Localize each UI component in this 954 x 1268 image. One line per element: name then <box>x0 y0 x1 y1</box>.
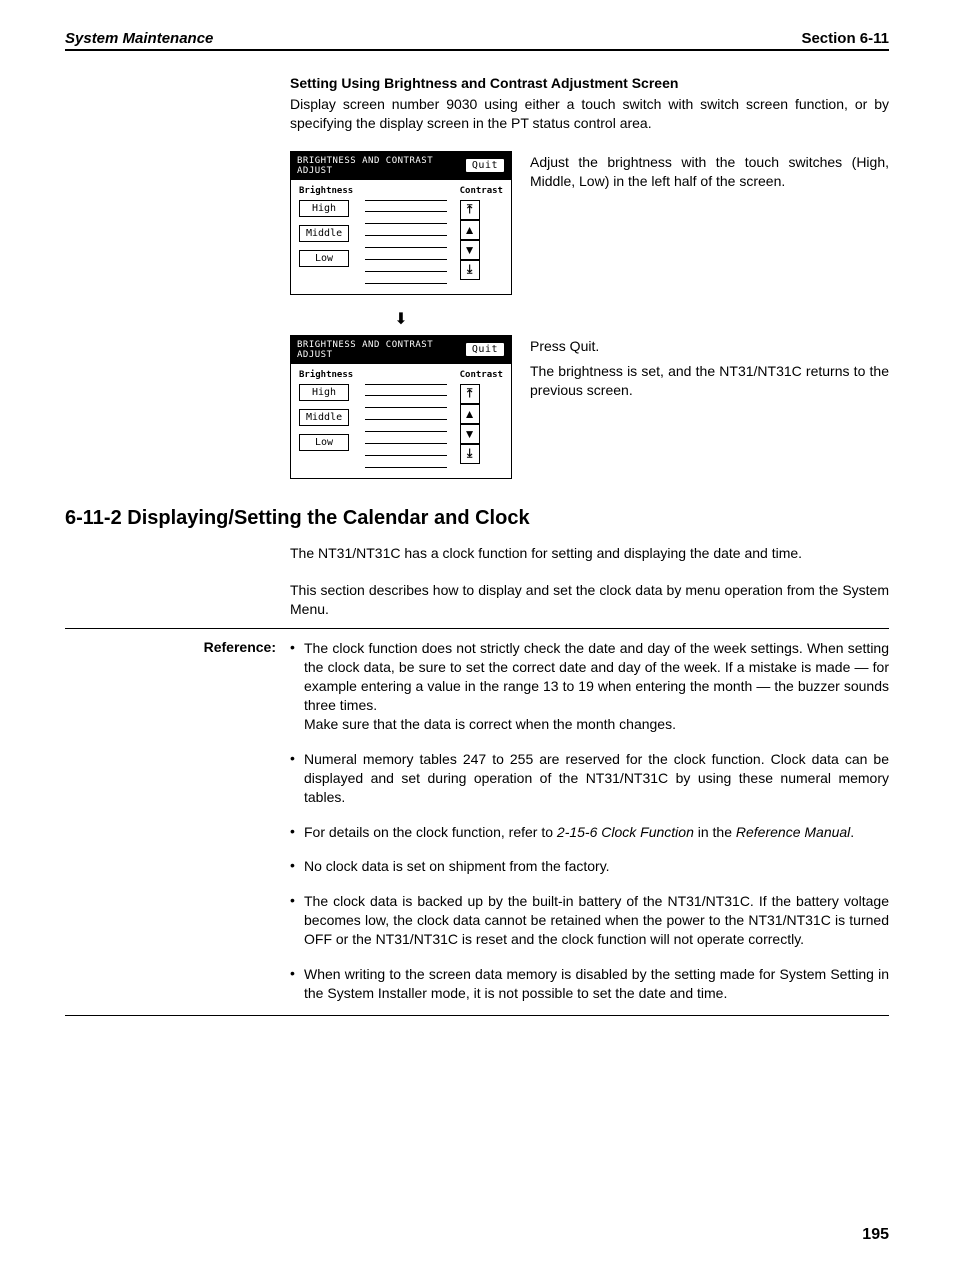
reference-content: • The clock function does not strictly c… <box>290 639 889 1002</box>
brightness-label: Brightness <box>299 370 353 380</box>
quit-button[interactable]: Quit <box>465 158 505 173</box>
bullet-text: The clock data is backed up by the built… <box>304 892 889 949</box>
arrow-up-icon[interactable]: ▲ <box>460 220 480 240</box>
contrast-column: Contrast ⤒ ▲ ▼ ⤓ <box>460 186 503 284</box>
intro-para-1: The NT31/NT31C has a clock function for … <box>290 544 889 563</box>
down-arrow-icon: ⬇ <box>290 309 512 329</box>
subsection-heading: 6-11-2 Displaying/Setting the Calendar a… <box>65 507 889 530</box>
screen-title-bar: BRIGHTNESS AND CONTRAST ADJUST Quit <box>291 152 511 180</box>
figure-caption-1: Adjust the brightness with the touch swi… <box>530 151 889 191</box>
contrast-label: Contrast <box>460 370 503 380</box>
bullet-text: The clock function does not strictly che… <box>304 639 889 733</box>
caption-line-a: Press Quit. <box>530 337 889 356</box>
bullet-text: For details on the clock function, refer… <box>304 823 889 842</box>
list-item: • Numeral memory tables 247 to 255 are r… <box>290 750 889 807</box>
list-item: • No clock data is set on shipment from … <box>290 857 889 876</box>
figure-caption-2: Press Quit. The brightness is set, and t… <box>530 335 889 400</box>
screen-title: BRIGHTNESS AND CONTRAST ADJUST <box>297 340 465 360</box>
page-header: System Maintenance Section 6-11 <box>65 30 889 51</box>
low-button[interactable]: Low <box>299 434 349 451</box>
page-number: 195 <box>862 1226 889 1244</box>
arrow-top-icon[interactable]: ⤒ <box>460 200 480 220</box>
brightness-screen-2: BRIGHTNESS AND CONTRAST ADJUST Quit Brig… <box>290 335 512 479</box>
procedure-intro: Display screen number 9030 using either … <box>290 95 889 133</box>
reference-label: Reference: <box>65 639 290 1002</box>
bullet-icon: • <box>290 823 304 842</box>
quit-button[interactable]: Quit <box>465 342 505 357</box>
list-item: • The clock function does not strictly c… <box>290 639 889 733</box>
reference-block: Reference: • The clock function does not… <box>65 628 889 1015</box>
bullet-text: No clock data is set on shipment from th… <box>304 857 889 876</box>
middle-button[interactable]: Middle <box>299 409 349 426</box>
figure-row-2: BRIGHTNESS AND CONTRAST ADJUST Quit Brig… <box>290 335 889 479</box>
middle-button[interactable]: Middle <box>299 225 349 242</box>
bullet-text: When writing to the screen data memory i… <box>304 965 889 1003</box>
procedure-block: Setting Using Brightness and Contrast Ad… <box>290 75 889 133</box>
arrow-up-icon[interactable]: ▲ <box>460 404 480 424</box>
header-section: Section 6-11 <box>801 30 889 47</box>
bullet-icon: • <box>290 892 304 949</box>
brightness-column: Brightness High Middle Low <box>299 186 353 284</box>
low-button[interactable]: Low <box>299 250 349 267</box>
list-item: • The clock data is backed up by the bui… <box>290 892 889 949</box>
bullet-text: Numeral memory tables 247 to 255 are res… <box>304 750 889 807</box>
caption-line-b: The brightness is set, and the NT31/NT31… <box>530 362 889 400</box>
screen-title-bar: BRIGHTNESS AND CONTRAST ADJUST Quit <box>291 336 511 364</box>
level-bars <box>365 384 447 468</box>
contrast-label: Contrast <box>460 186 503 196</box>
bullet-icon: • <box>290 857 304 876</box>
arrow-top-icon[interactable]: ⤒ <box>460 384 480 404</box>
page: System Maintenance Section 6-11 Setting … <box>0 0 954 1268</box>
intro-para-2: This section describes how to display an… <box>290 581 889 619</box>
procedure-heading: Setting Using Brightness and Contrast Ad… <box>290 75 889 91</box>
screen-body: Brightness High Middle Low Contrast ⤒ <box>291 364 511 478</box>
high-button[interactable]: High <box>299 384 349 401</box>
arrow-down-icon[interactable]: ▼ <box>460 240 480 260</box>
figure-row-1: BRIGHTNESS AND CONTRAST ADJUST Quit Brig… <box>290 151 889 295</box>
contrast-column: Contrast ⤒ ▲ ▼ ⤓ <box>460 370 503 468</box>
level-bars <box>365 200 447 284</box>
screen-title: BRIGHTNESS AND CONTRAST ADJUST <box>297 156 465 176</box>
high-button[interactable]: High <box>299 200 349 217</box>
screen-body: Brightness High Middle Low Contrast ⤒ <box>291 180 511 294</box>
arrow-bottom-icon[interactable]: ⤓ <box>460 260 480 280</box>
bullet-icon: • <box>290 965 304 1003</box>
bullet-icon: • <box>290 639 304 733</box>
list-item: • For details on the clock function, ref… <box>290 823 889 842</box>
header-left: System Maintenance <box>65 30 213 47</box>
brightness-screen-1: BRIGHTNESS AND CONTRAST ADJUST Quit Brig… <box>290 151 512 295</box>
list-item: • When writing to the screen data memory… <box>290 965 889 1003</box>
arrow-down-icon[interactable]: ▼ <box>460 424 480 444</box>
brightness-label: Brightness <box>299 186 353 196</box>
arrow-bottom-icon[interactable]: ⤓ <box>460 444 480 464</box>
brightness-column: Brightness High Middle Low <box>299 370 353 468</box>
bullet-icon: • <box>290 750 304 807</box>
